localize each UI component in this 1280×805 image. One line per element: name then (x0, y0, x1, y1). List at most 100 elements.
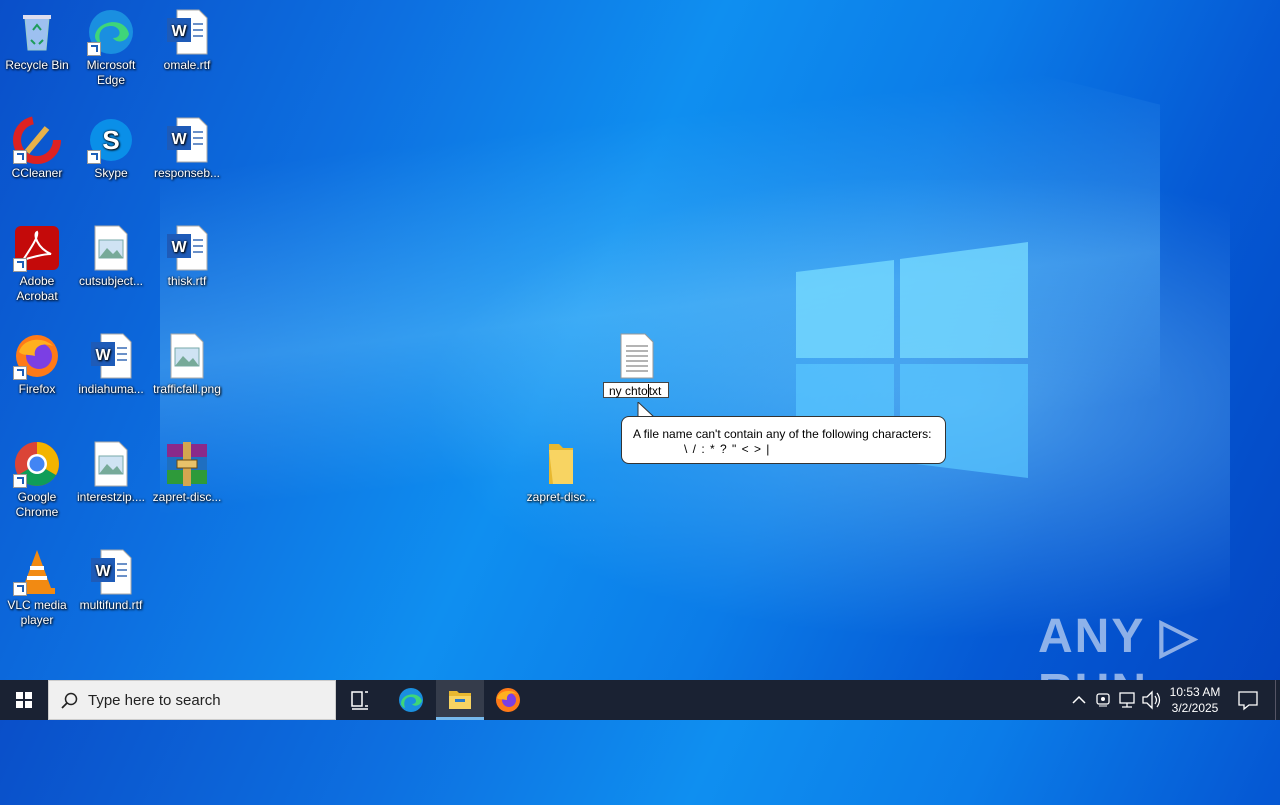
edge-icon (87, 8, 135, 56)
rename-input[interactable]: ny chtotxt (603, 382, 669, 398)
chevron-up-icon (1072, 695, 1086, 704)
tooltip-line-2: \ / : * ? " < > | (684, 442, 771, 456)
desktop-icon-firefox[interactable]: Firefox (0, 332, 74, 397)
windows-start-icon (16, 692, 32, 708)
desktop-icon-ccleaner[interactable]: CCleaner (0, 116, 74, 181)
desktop-icon-microsoft-edge[interactable]: Microsoft Edge (74, 8, 148, 88)
taskbar-file-explorer-button[interactable] (436, 680, 484, 720)
search-icon (61, 692, 78, 709)
desktop-icon-zapret-disc-archive[interactable]: zapret-disc... (150, 440, 224, 505)
task-view-icon (351, 691, 368, 710)
task-view-button[interactable] (336, 680, 384, 720)
desktop-icon-interestzip[interactable]: interestzip.... (74, 440, 148, 505)
firefox-icon (13, 332, 61, 380)
desktop-icon-responseb[interactable]: W responseb... (150, 116, 224, 181)
icon-label: Google Chrome (15, 490, 59, 519)
clock-time: 10:53 AM (1169, 685, 1221, 699)
word-document-icon: W (87, 332, 135, 380)
file-explorer-icon (449, 691, 471, 709)
word-document-icon: W (163, 116, 211, 164)
speaker-icon (1142, 690, 1161, 710)
icon-label: Microsoft Edge (86, 58, 136, 87)
shortcut-arrow-icon (13, 258, 27, 272)
vlc-cone-icon (13, 548, 61, 596)
invalid-filename-tooltip: A file name can't contain any of the fol… (621, 416, 946, 464)
clock-date: 3/2/2025 (1171, 701, 1219, 715)
notification-icon (1238, 691, 1258, 711)
shortcut-arrow-icon (13, 474, 27, 488)
network-icon (1119, 692, 1135, 708)
image-file-icon (163, 332, 211, 380)
adobe-acrobat-icon (13, 224, 61, 272)
icon-label: zapret-disc... (526, 490, 596, 504)
shortcut-arrow-icon (87, 42, 101, 56)
icon-label: omale.rtf (163, 58, 211, 72)
desktop-icon-indiahuma[interactable]: W indiahuma... (74, 332, 148, 397)
edge-icon (399, 688, 423, 712)
icon-label: indiahuma... (78, 382, 144, 396)
action-center-button[interactable] (1232, 680, 1264, 720)
device-icon (1096, 693, 1110, 707)
text-file-icon[interactable] (613, 332, 661, 380)
svg-text:S: S (102, 125, 119, 155)
skype-icon: S (87, 116, 135, 164)
shortcut-arrow-icon (87, 150, 101, 164)
recycle-bin-icon (13, 8, 61, 56)
show-desktop-button[interactable] (1275, 680, 1280, 720)
svg-text:W: W (171, 239, 187, 256)
icon-label: Firefox (18, 382, 56, 396)
svg-text:W: W (171, 131, 187, 148)
word-document-icon: W (87, 548, 135, 596)
desktop-icon-trafficfall-png[interactable]: trafficfall.png (150, 332, 224, 397)
tray-device-button[interactable] (1092, 680, 1114, 720)
word-document-icon: W (163, 8, 211, 56)
desktop-icon-recycle-bin[interactable]: Recycle Bin (0, 8, 74, 73)
desktop-icon-google-chrome[interactable]: Google Chrome (0, 440, 74, 520)
icon-label: thisk.rtf (167, 274, 207, 288)
desktop-icon-vlc[interactable]: VLC media player (0, 548, 74, 628)
icon-label: Recycle Bin (5, 58, 69, 72)
volume-button[interactable] (1140, 680, 1162, 720)
show-hidden-icons-button[interactable] (1068, 680, 1090, 720)
taskbar-firefox-button[interactable] (484, 680, 532, 720)
firefox-icon (496, 688, 520, 712)
svg-text:W: W (171, 23, 187, 40)
winrar-archive-icon (163, 440, 211, 488)
word-document-icon: W (163, 224, 211, 272)
desktop-icon-adobe-acrobat[interactable]: Adobe Acrobat (0, 224, 74, 304)
rename-text-after: txt (648, 384, 662, 398)
clock[interactable]: 10:53 AM 3/2/2025 (1160, 684, 1230, 716)
desktop-icon-omale-rtf[interactable]: W omale.rtf (150, 8, 224, 73)
folder-icon (537, 440, 585, 488)
search-placeholder: Type here to search (88, 692, 221, 709)
desktop-icon-multifund-rtf[interactable]: W multifund.rtf (74, 548, 148, 613)
icon-label: Skype (94, 166, 128, 180)
taskbar: Type here to search 10:53 AM 3/2/2025 (0, 680, 1280, 720)
icon-label: responseb... (153, 166, 221, 180)
icon-label: trafficfall.png (153, 382, 221, 396)
icon-label: zapret-disc... (152, 490, 222, 504)
svg-text:W: W (95, 347, 111, 364)
desktop-icon-cutsubject[interactable]: cutsubject... (74, 224, 148, 289)
ccleaner-icon (13, 116, 61, 164)
desktop-icon-zapret-disc-folder[interactable]: zapret-disc... (524, 440, 598, 505)
icon-label: CCleaner (11, 166, 63, 180)
image-file-icon (87, 440, 135, 488)
icon-label: multifund.rtf (79, 598, 143, 612)
shortcut-arrow-icon (13, 582, 27, 596)
taskbar-edge-button[interactable] (387, 680, 435, 720)
rename-text-before: ny chto (609, 384, 648, 398)
shortcut-arrow-icon (13, 150, 27, 164)
network-button[interactable] (1116, 680, 1138, 720)
chrome-icon (13, 440, 61, 488)
desktop-icon-skype[interactable]: S Skype (74, 116, 148, 181)
icon-label: Adobe Acrobat (16, 274, 58, 303)
shortcut-arrow-icon (13, 366, 27, 380)
start-button[interactable] (0, 680, 48, 720)
icon-label: interestzip.... (76, 490, 146, 504)
tooltip-line-1: A file name can't contain any of the fol… (633, 427, 932, 441)
desktop-icon-thisk-rtf[interactable]: W thisk.rtf (150, 224, 224, 289)
search-box[interactable]: Type here to search (48, 680, 336, 720)
svg-text:W: W (95, 563, 111, 580)
image-file-icon (87, 224, 135, 272)
